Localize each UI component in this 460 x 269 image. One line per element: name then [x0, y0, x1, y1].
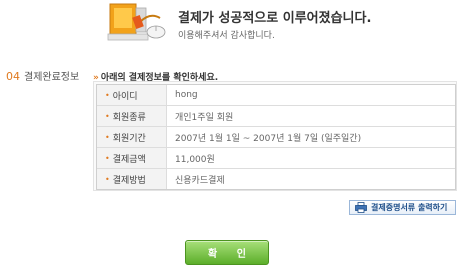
row-key-label: 결제금액: [112, 154, 146, 165]
row-key: • 결제금액: [97, 148, 167, 168]
page-subtitle: 이용해주셔서 감사합니다.: [178, 31, 275, 41]
row-key-label: 아이디: [112, 91, 138, 102]
print-receipt-button[interactable]: 결제증명서류 출력하기: [349, 200, 456, 215]
row-key-label: 회원종류: [112, 112, 146, 123]
row-key-label: 결제방법: [112, 175, 146, 186]
row-value: 신용카드결제: [175, 175, 225, 186]
bullet-icon: •: [105, 153, 110, 163]
bullet-icon: •: [105, 111, 110, 121]
bullet-icon: •: [105, 174, 110, 184]
section-label: 04 결제완료정보: [6, 68, 79, 83]
section-title: 결제완료정보: [24, 72, 80, 83]
payment-info-table: • 아이디 hong • 회원종류 개인1주일 회원 • 회원기간 2007년 1월 …: [96, 84, 456, 190]
row-key: • 결제방법: [97, 169, 167, 189]
bullet-icon: •: [105, 90, 110, 100]
print-receipt-label: 결제증명서류 출력하기: [371, 203, 448, 212]
printer-icon: [355, 202, 367, 213]
row-value: 개인1주일 회원: [175, 112, 234, 123]
payment-complete-page: 결제가 성공적으로 이루어졌습니다. 이용해주셔서 감사합니다. 04 결제완료정…: [0, 0, 460, 269]
row-value: 11,000원: [175, 154, 215, 165]
table-row: • 아이디 hong: [97, 85, 455, 106]
section-number: 04: [6, 70, 20, 83]
row-key: • 회원기간: [97, 127, 167, 147]
row-key-label: 회원기간: [112, 133, 146, 144]
row-value: hong: [175, 90, 198, 100]
row-value: 2007년 1월 1일 ~ 2007년 1월 7일 (일주일간): [175, 133, 362, 144]
confirm-button[interactable]: 확 인: [185, 240, 269, 265]
table-row: • 결제금액 11,000원: [97, 148, 455, 169]
table-row: • 결제방법 신용카드결제: [97, 169, 455, 189]
computer-mouse-icon: [107, 3, 166, 41]
table-row: • 회원기간 2007년 1월 1일 ~ 2007년 1월 7일 (일주일간): [97, 127, 455, 148]
page-title: 결제가 성공적으로 이루어졌습니다.: [178, 11, 372, 26]
row-key: • 회원종류: [97, 106, 167, 126]
table-row: • 회원종류 개인1주일 회원: [97, 106, 455, 127]
bullet-icon: •: [105, 132, 110, 142]
row-key: • 아이디: [97, 85, 167, 105]
